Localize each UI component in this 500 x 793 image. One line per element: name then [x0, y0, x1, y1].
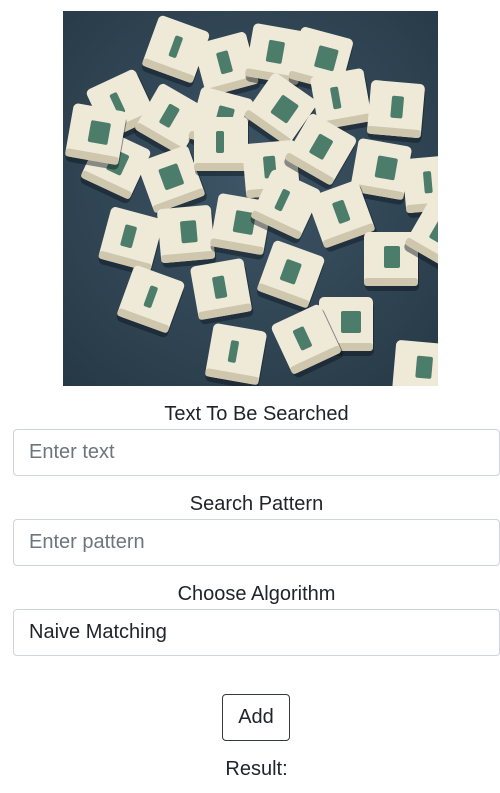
- scrabble-tile: [194, 117, 249, 176]
- text-label: Text To Be Searched: [164, 403, 349, 425]
- algorithm-selected-value: Naive Matching: [29, 621, 167, 643]
- pattern-label: Search Pattern: [189, 493, 324, 515]
- text-input[interactable]: [13, 429, 500, 476]
- scrabble-tile: [65, 103, 127, 170]
- scrabble-tile: [391, 340, 438, 386]
- pattern-input[interactable]: [13, 519, 500, 566]
- scrabble-tile: [190, 258, 254, 325]
- algorithm-label: Choose Algorithm: [177, 583, 336, 605]
- scrabble-tiles-image: [63, 11, 438, 386]
- page: Text To Be Searched Search Pattern Choos…: [0, 0, 500, 793]
- scrabble-tile: [366, 80, 426, 143]
- add-button[interactable]: Add: [222, 694, 290, 741]
- scrabble-tile: [157, 205, 217, 268]
- result-label: Result:: [225, 758, 288, 780]
- algorithm-select[interactable]: Naive Matching: [13, 609, 500, 656]
- scrabble-tile: [205, 323, 267, 386]
